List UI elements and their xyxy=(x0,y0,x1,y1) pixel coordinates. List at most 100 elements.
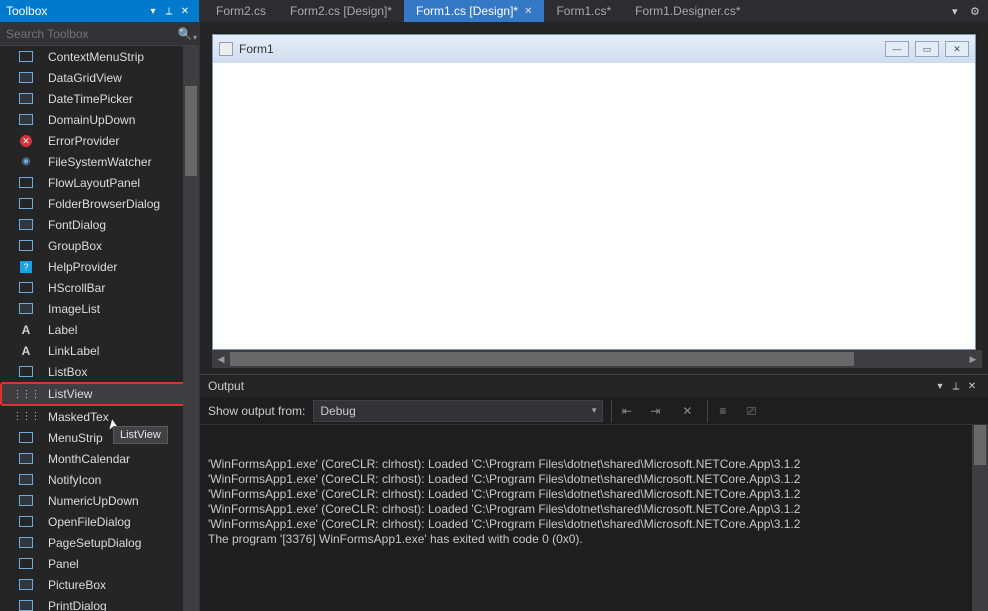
toolbox-search: 🔍 xyxy=(0,22,199,46)
hscroll-thumb[interactable] xyxy=(230,352,854,366)
output-line: 'WinFormsApp1.exe' (CoreCLR: clrhost): L… xyxy=(208,487,980,502)
hscroll-track[interactable] xyxy=(230,350,964,368)
boxf-icon xyxy=(18,301,34,317)
toolbox-item-notifyicon[interactable]: NotifyIcon xyxy=(0,469,199,490)
toolbox-header: Toolbox ▾ ⟂ ✕ xyxy=(0,0,199,22)
tab-form1-cs-[interactable]: Form1.cs* xyxy=(544,0,623,22)
close-icon[interactable]: ✕ xyxy=(177,6,193,17)
maximize-button[interactable]: ▭ xyxy=(915,41,939,57)
toolbox-item-printdialog[interactable]: PrintDialog xyxy=(0,595,199,611)
toolbox-item-datagridview[interactable]: DataGridView xyxy=(0,67,199,88)
toolbox-item-numericupdown[interactable]: NumericUpDown xyxy=(0,490,199,511)
dropdown-icon[interactable]: ▾ xyxy=(932,381,948,392)
toolbox-item-filesystemwatcher[interactable]: ◉FileSystemWatcher xyxy=(0,151,199,172)
scroll-left-icon[interactable]: ◀ xyxy=(212,354,230,365)
prev-icon[interactable]: ⇤ xyxy=(611,400,635,422)
toolbox-item-openfiledialog[interactable]: OpenFileDialog xyxy=(0,511,199,532)
output-text[interactable]: 'WinFormsApp1.exe' (CoreCLR: clrhost): L… xyxy=(200,425,988,611)
boxf-icon xyxy=(18,535,34,551)
toolbox-item-errorprovider[interactable]: ✕ErrorProvider xyxy=(0,130,199,151)
toolbox-item-panel[interactable]: Panel xyxy=(0,553,199,574)
box-icon xyxy=(18,556,34,572)
tab-form2-cs--design--[interactable]: Form2.cs [Design]* xyxy=(278,0,404,22)
tab-label: Form2.cs xyxy=(216,4,266,18)
boxf-icon xyxy=(18,91,34,107)
wordwrap-icon[interactable]: ≡ xyxy=(707,400,731,422)
toolbox-item-flowlayoutpanel[interactable]: FlowLayoutPanel xyxy=(0,172,199,193)
box-icon xyxy=(18,364,34,380)
toolbox-item-hscrollbar[interactable]: HScrollBar xyxy=(0,277,199,298)
close-button[interactable]: ✕ xyxy=(945,41,969,57)
output-line: 'WinFormsApp1.exe' (CoreCLR: clrhost): L… xyxy=(208,457,980,472)
box-icon xyxy=(18,430,34,446)
scrollbar-thumb[interactable] xyxy=(185,86,197,176)
toolbox-item-fontdialog[interactable]: FontDialog xyxy=(0,214,199,235)
output-title: Output xyxy=(208,379,932,393)
pin-icon[interactable]: ⟂ xyxy=(161,6,177,17)
toggle-icon[interactable]: ⎚ xyxy=(739,400,763,422)
pin-icon[interactable]: ⟂ xyxy=(948,381,964,392)
toolbox-item-monthcalendar[interactable]: MonthCalendar xyxy=(0,448,199,469)
tabs-dropdown-icon[interactable]: ▾ xyxy=(952,0,970,22)
output-panel: Output ▾ ⟂ ✕ Show output from: Debug ⇤ ⇥… xyxy=(200,374,988,611)
toolbox-item-groupbox[interactable]: GroupBox xyxy=(0,235,199,256)
toolbox-item-pagesetupdialog[interactable]: PageSetupDialog xyxy=(0,532,199,553)
toolbox-scrollbar[interactable] xyxy=(183,46,199,611)
form1-icon xyxy=(219,42,233,56)
toolbox-item-label: ListBox xyxy=(48,365,87,379)
toolbox-item-label: MenuStrip xyxy=(48,431,103,445)
boxf-icon xyxy=(18,112,34,128)
toolbox-item-linklabel[interactable]: ALinkLabel xyxy=(0,340,199,361)
boxf-icon xyxy=(18,451,34,467)
toolbox-item-listview[interactable]: ⋮⋮⋮ListView xyxy=(0,382,199,406)
box-icon xyxy=(18,280,34,296)
output-line: The program '[3376] WinFormsApp1.exe' ha… xyxy=(208,532,980,547)
toolbox-item-label: HScrollBar xyxy=(48,281,105,295)
toolbox-item-domainupdown[interactable]: DomainUpDown xyxy=(0,109,199,130)
form1-client-area[interactable] xyxy=(213,63,975,349)
box-icon xyxy=(18,175,34,191)
toolbox-item-maskedtex[interactable]: ⋮⋮⋮MaskedTex xyxy=(0,406,199,427)
tab-form2-cs[interactable]: Form2.cs xyxy=(204,0,278,22)
toolbox-item-label: FontDialog xyxy=(48,218,106,232)
output-line: 'WinFormsApp1.exe' (CoreCLR: clrhost): L… xyxy=(208,517,980,532)
designer-hscrollbar[interactable]: ◀ ▶ xyxy=(212,350,982,368)
next-icon[interactable]: ⇥ xyxy=(643,400,667,422)
toolbox-item-label: ListView xyxy=(48,387,92,401)
toolbox-item-label: PictureBox xyxy=(48,578,106,592)
output-line: 'WinFormsApp1.exe' (CoreCLR: clrhost): L… xyxy=(208,502,980,517)
output-vscrollbar[interactable] xyxy=(972,425,988,611)
toolbox-item-picturebox[interactable]: PictureBox xyxy=(0,574,199,595)
close-icon[interactable]: ✕ xyxy=(524,6,532,17)
search-icon[interactable]: 🔍 xyxy=(171,27,199,41)
boxf-icon xyxy=(18,577,34,593)
form1-window[interactable]: Form1 — ▭ ✕ xyxy=(212,34,976,350)
toolbox-item-listbox[interactable]: ListBox xyxy=(0,361,199,382)
search-input[interactable] xyxy=(0,27,171,41)
tab-label: Form1.cs [Design]* xyxy=(416,4,518,18)
toolbox-item-label[interactable]: ALabel xyxy=(0,319,199,340)
close-icon[interactable]: ✕ xyxy=(964,381,980,392)
toolbox-item-label: DataGridView xyxy=(48,71,122,85)
toolbox-item-datetimepicker[interactable]: DateTimePicker xyxy=(0,88,199,109)
toolbox-item-folderbrowserdialog[interactable]: FolderBrowserDialog xyxy=(0,193,199,214)
toolbox-item-label: DateTimePicker xyxy=(48,92,133,106)
form1-titlebar: Form1 — ▭ ✕ xyxy=(213,35,975,63)
toolbox-item-menustrip[interactable]: MenuStrip xyxy=(0,427,199,448)
scroll-right-icon[interactable]: ▶ xyxy=(964,354,982,365)
toolbox-item-imagelist[interactable]: ImageList xyxy=(0,298,199,319)
toolbox-item-helpprovider[interactable]: ?HelpProvider xyxy=(0,256,199,277)
output-vthumb[interactable] xyxy=(974,425,986,465)
dropdown-icon[interactable]: ▾ xyxy=(145,6,161,17)
tab-form1-cs--design--[interactable]: Form1.cs [Design]* ✕ xyxy=(404,0,544,22)
document-tabs: Form2.csForm2.cs [Design]*Form1.cs [Desi… xyxy=(200,0,988,22)
clear-icon[interactable]: ✕ xyxy=(675,400,699,422)
toolbox-item-label: FolderBrowserDialog xyxy=(48,197,160,211)
toolbox-item-contextmenustrip[interactable]: ContextMenuStrip xyxy=(0,46,199,67)
minimize-button[interactable]: — xyxy=(885,41,909,57)
designer-surface[interactable]: Form1 — ▭ ✕ ◀ ▶ xyxy=(200,22,988,374)
output-source-select[interactable]: Debug xyxy=(313,400,603,422)
toolbox-item-label: PageSetupDialog xyxy=(48,536,141,550)
tab-form1-designer-cs-[interactable]: Form1.Designer.cs* xyxy=(623,0,752,22)
gear-icon[interactable]: ⚙ xyxy=(970,0,988,22)
